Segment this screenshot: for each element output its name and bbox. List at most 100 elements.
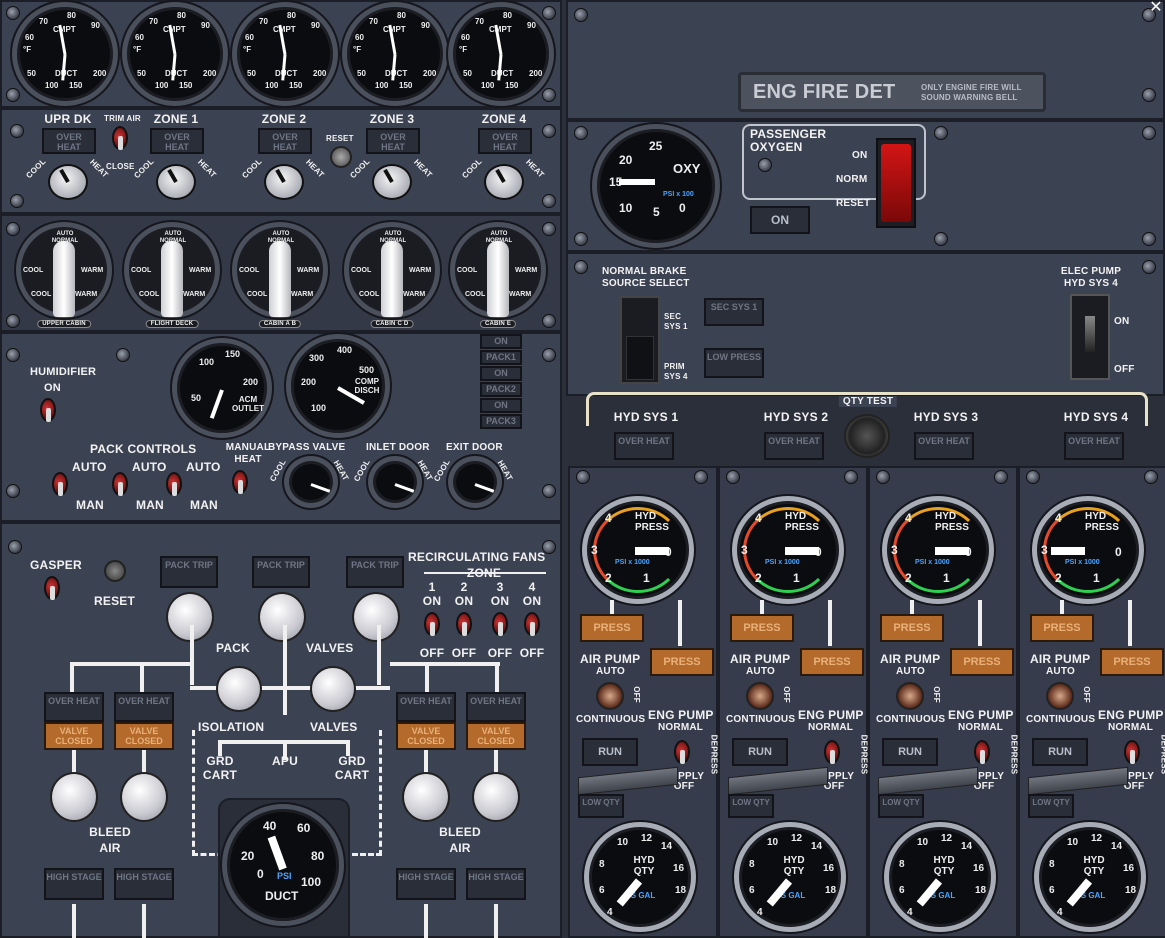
press-scale-label: 4	[1055, 511, 1062, 525]
recirc-fan-switch[interactable]	[424, 612, 440, 636]
cmpt-label: CMPT	[163, 25, 186, 34]
passenger-oxygen-switch[interactable]	[876, 138, 916, 228]
qty-scale-label: 10	[1067, 837, 1079, 848]
press-scale-label: 1	[793, 571, 800, 585]
isolation-valve-left[interactable]	[216, 666, 262, 712]
pack-valve-knob[interactable]	[352, 592, 400, 642]
screw-icon	[6, 314, 20, 328]
pack-valve-knob[interactable]	[258, 592, 306, 642]
bleed-valve-knob[interactable]	[472, 772, 520, 822]
bleed-valve-knob[interactable]	[402, 772, 450, 822]
temp-selector[interactable]: AUTO NORMALCOOLWARMCOOLWARM	[124, 222, 220, 318]
screw-icon	[574, 126, 588, 140]
pack-control-switch[interactable]	[112, 472, 128, 496]
comp-scale-label: 100	[311, 403, 327, 413]
close-icon[interactable]: ✕	[1147, 0, 1165, 16]
elec-pump-switch[interactable]	[1070, 294, 1110, 380]
zone-temp-knob[interactable]	[484, 164, 524, 200]
pipe-line	[390, 662, 500, 666]
temp-scale-label: 50	[27, 69, 36, 78]
eng-pump-switch[interactable]	[1124, 740, 1140, 764]
hyd-overheat-light: OVER HEAT	[914, 432, 974, 460]
duct-scale-label: 60	[297, 821, 311, 835]
bleed-valve-knob[interactable]	[50, 772, 98, 822]
air-pump-press-light: PRESS	[1030, 614, 1094, 642]
hyd-qty-gauge: 8 10 12 14 16 18 6 4 HYD QTY US GAL	[584, 822, 696, 932]
run-button[interactable]: RUN	[1032, 738, 1088, 766]
temp-selector[interactable]: AUTO NORMALCOOLWARMCOOLWARM	[450, 222, 546, 318]
temp-selector[interactable]: AUTO NORMALCOOLWARMCOOLWARM	[344, 222, 440, 318]
temp-selector[interactable]: AUTO NORMALCOOLWARMCOOLWARM	[232, 222, 328, 318]
temp-scale-label: 90	[311, 21, 320, 30]
eng-pump-label: ENG PUMP	[648, 708, 714, 722]
temp-scale-label: 80	[397, 11, 406, 20]
qty-scale-label: 4	[607, 907, 613, 918]
door-position-gauge	[368, 456, 422, 508]
duct-label: DUCT	[265, 889, 299, 903]
eng-pump-switch[interactable]	[824, 740, 840, 764]
recirc-fan-switch[interactable]	[456, 612, 472, 636]
qty-scale-label: 6	[599, 885, 605, 896]
qty-scale-label: 16	[1123, 863, 1135, 874]
qty-scale-label: 10	[917, 837, 929, 848]
temp-gauge: 60 70 80 90 50 100 150 200 CMPT DUCT °F	[342, 2, 448, 106]
zone-temp-knob[interactable]	[156, 164, 196, 200]
qty-scale-label: 18	[1125, 885, 1137, 896]
pipe-line	[495, 662, 499, 692]
press-scale-label: 0	[1115, 545, 1122, 559]
isolation-valve-right[interactable]	[310, 666, 356, 712]
screw-icon	[1026, 470, 1040, 484]
eng-pump-switch[interactable]	[974, 740, 990, 764]
recirc-fan-switch[interactable]	[492, 612, 508, 636]
cmpt-label: CMPT	[383, 25, 406, 34]
selector-cool-label: COOL	[247, 291, 268, 298]
oxy-scale-label: 25	[649, 139, 663, 153]
temp-selector[interactable]: AUTO NORMALCOOLWARMCOOLWARM	[16, 222, 112, 318]
gasper-reset-button[interactable]	[104, 560, 126, 582]
screw-icon	[542, 194, 556, 208]
qty-test-button[interactable]	[844, 414, 890, 458]
gasper-switch[interactable]	[44, 576, 60, 600]
humidifier-switch[interactable]	[40, 398, 56, 422]
brake-source-switch[interactable]	[620, 296, 660, 384]
zone-temp-knob[interactable]	[372, 164, 412, 200]
zone-temp-knob[interactable]	[264, 164, 304, 200]
hyd-qty-gauge: 8 10 12 14 16 18 6 4 HYD QTY US GAL	[884, 822, 996, 932]
sec-sys1-light: SEC SYS 1	[704, 298, 764, 326]
cmpt-label: CMPT	[53, 25, 76, 34]
bleed-air-left-label: BLEED AIR	[89, 825, 131, 855]
screw-icon	[542, 88, 556, 102]
hyd-qty-gauge: 8 10 12 14 16 18 6 4 HYD QTY US GAL	[734, 822, 846, 932]
duct-label: DUCT	[385, 69, 408, 78]
temp-scale-label: 90	[91, 21, 100, 30]
low-qty-light: LOW QTY	[1028, 794, 1074, 818]
hyd-press-gauge: 43210HYD PRESSPSI x 1000	[882, 496, 994, 604]
bleed-valve-knob[interactable]	[120, 772, 168, 822]
pack-control-switch[interactable]	[166, 472, 182, 496]
air-pump-selector[interactable]	[896, 682, 924, 710]
air-pump-selector[interactable]	[596, 682, 624, 710]
temp-scale-label: 200	[313, 69, 327, 78]
temp-scale-label: 150	[179, 81, 193, 90]
trim-air-switch[interactable]	[112, 126, 128, 150]
oxygen-on-button[interactable]: ON	[750, 206, 810, 234]
run-button[interactable]: RUN	[732, 738, 788, 766]
recirc-fan-switch[interactable]	[524, 612, 540, 636]
eng-pump-normal-label: NORMAL	[958, 722, 1004, 733]
eng-pump-switch[interactable]	[674, 740, 690, 764]
oxy-switch-reset-label: RESET	[836, 198, 871, 209]
selector-cool-label: COOL	[351, 267, 372, 274]
run-button[interactable]: RUN	[582, 738, 638, 766]
zone-temp-knob[interactable]	[48, 164, 88, 200]
elec-pump-off-label: OFF	[1114, 364, 1135, 375]
selector-warm-label: WARM	[291, 291, 314, 298]
manual-heat-switch[interactable]	[232, 470, 248, 494]
screw-icon	[1144, 470, 1158, 484]
run-button[interactable]: RUN	[882, 738, 938, 766]
air-pump-selector[interactable]	[746, 682, 774, 710]
pipe-line	[424, 904, 428, 938]
zone-reset-button[interactable]	[330, 146, 352, 168]
air-pump-selector[interactable]	[1046, 682, 1074, 710]
pack-control-switch[interactable]	[52, 472, 68, 496]
continuous-label: CONTINUOUS	[1026, 714, 1096, 725]
